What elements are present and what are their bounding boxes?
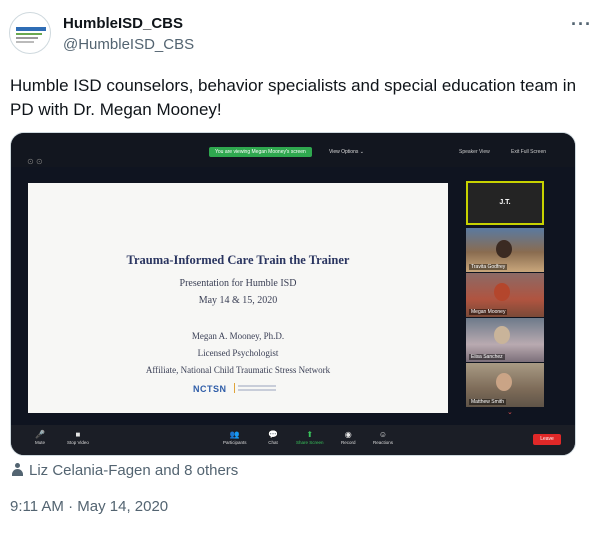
chat-label: Chat <box>268 440 278 445</box>
record-label: Record <box>341 440 356 445</box>
tweet-timestamp[interactable]: 9:11 AM · May 14, 2020 <box>10 498 168 515</box>
shared-slide: Trauma-Informed Care Train the Trainer P… <box>28 183 448 413</box>
share-screen-label: Share Screen <box>296 440 324 445</box>
participant-tile[interactable]: Travita Godfrey <box>466 228 544 272</box>
participants-icon: 👥 <box>229 430 240 439</box>
record-icon: ◉ <box>344 430 352 439</box>
stop-video-label: Stop Video <box>67 440 89 445</box>
tweet-text: Humble ISD counselors, behavior speciali… <box>10 76 577 119</box>
nctsn-logo: NCTSN <box>193 384 227 394</box>
participant-name: Megan Mooney <box>469 309 508 315</box>
liked-by-text: Liz Celania-Fagen and 8 others <box>29 462 239 479</box>
share-screen-button[interactable]: ⬆ Share Screen <box>296 429 324 445</box>
share-screen-icon: ⬆ <box>306 430 314 439</box>
participant-tile[interactable]: Elisa Sanchez <box>466 318 544 362</box>
participant-name: J.T. <box>499 199 511 206</box>
slide-presenter: Megan A. Mooney, Ph.D. <box>191 331 285 341</box>
window-controls-icon: ⊙ ⊙ <box>27 157 43 166</box>
view-options-button[interactable]: View Options ⌄ <box>329 147 364 157</box>
participant-tile[interactable]: Megan Mooney <box>466 273 544 317</box>
chat-button[interactable]: 💬 Chat <box>268 429 278 445</box>
video-camera-icon: ■ <box>75 430 81 439</box>
stop-video-button[interactable]: ■ Stop Video <box>67 429 89 445</box>
liked-by-row[interactable]: Liz Celania-Fagen and 8 others <box>12 462 238 479</box>
slide-affiliation: Affiliate, National Child Traumatic Stre… <box>145 365 331 375</box>
chat-icon: 💬 <box>268 430 278 439</box>
record-button[interactable]: ◉ Record <box>341 429 356 445</box>
reactions-icon: ☺ <box>378 430 388 439</box>
participants-label: Participants <box>223 440 247 445</box>
mute-button[interactable]: 🎤 Mute <box>35 429 45 445</box>
slide-subtitle: Presentation for Humble ISD <box>179 278 297 289</box>
participant-tile[interactable]: Matthew Smith <box>466 363 544 407</box>
slide-dates: May 14 & 15, 2020 <box>198 295 278 306</box>
more-options-icon[interactable]: ··· <box>571 14 592 35</box>
tweet-media-image[interactable]: ⊙ ⊙ You are viewing Megan Mooney's scree… <box>10 132 576 456</box>
author-handle[interactable]: @HumbleISD_CBS <box>63 36 194 53</box>
chevron-down-icon[interactable]: ⌄ <box>507 408 513 416</box>
viewing-screen-banner: You are viewing Megan Mooney's screen <box>209 147 312 157</box>
exit-full-screen-button[interactable]: Exit Full Screen <box>511 147 546 157</box>
participant-name: Elisa Sanchez <box>469 354 505 360</box>
tweet-header: HumbleISD_CBS @HumbleISD_CBS ··· <box>9 12 594 56</box>
nctsn-logo-tagline <box>234 383 284 393</box>
participant-name: Travita Godfrey <box>469 264 508 270</box>
leave-meeting-button[interactable]: Leave <box>533 434 561 445</box>
mute-label: Mute <box>35 440 46 445</box>
person-icon <box>12 463 23 476</box>
slide-role: Licensed Psychologist <box>197 348 279 358</box>
participant-tile[interactable]: J.T. <box>466 181 544 225</box>
reactions-label: Reactions <box>373 440 394 445</box>
slide-title: Trauma-Informed Care Train the Trainer <box>126 253 350 267</box>
participant-name: Matthew Smith <box>469 399 507 405</box>
reactions-button[interactable]: ☺ Reactions <box>373 429 393 445</box>
microphone-icon: 🎤 <box>35 430 45 439</box>
zoom-top-bar: ⊙ ⊙ You are viewing Megan Mooney's scree… <box>11 133 575 167</box>
author-display-name[interactable]: HumbleISD_CBS <box>63 15 183 32</box>
participants-button[interactable]: 👥 Participants <box>223 429 247 445</box>
zoom-toolbar: 🎤 Mute ■ Stop Video 👥 Participants 💬 Cha… <box>11 425 575 455</box>
speaker-view-button[interactable]: Speaker View <box>459 147 490 157</box>
district-logo-icon[interactable] <box>9 12 51 54</box>
